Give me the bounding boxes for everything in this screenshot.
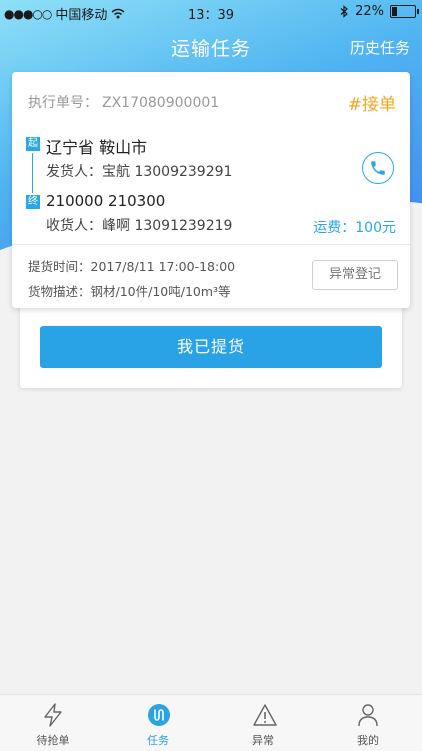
tab-label: 任务 (147, 734, 169, 747)
tab-bar: 待抢单 任务 异常 我的 (0, 694, 422, 751)
status-tag: #接单 (347, 95, 396, 115)
battery-icon (390, 5, 419, 18)
goods-description: 货物描述：钢材/10件/10吨/10m³等 (28, 284, 231, 299)
navigation-bar: 运输任务 历史任务 (0, 24, 422, 68)
tab-pending-orders[interactable]: 待抢单 (13, 695, 93, 751)
dest-badge: 终 (26, 195, 40, 209)
sender-info: 发货人：宝航 13009239291 (46, 164, 233, 180)
dest-address: 210000 210300 (46, 192, 166, 210)
origin-badge: 起 (26, 137, 40, 151)
person-icon (358, 704, 378, 727)
history-tasks-link[interactable]: 历史任务 (350, 37, 410, 58)
exec-number-label: 执行单号： (28, 95, 98, 111)
tab-label: 待抢单 (36, 734, 70, 747)
warning-icon (253, 704, 277, 726)
call-button[interactable] (362, 152, 394, 184)
origin-address: 辽宁省 鞍山市 (46, 138, 148, 157)
bluetooth-icon (340, 5, 349, 18)
battery-fill (392, 7, 397, 16)
tab-abnormal[interactable]: 异常 (223, 695, 303, 751)
route-line (32, 153, 33, 193)
exec-number-value: ZX17080900001 (102, 95, 220, 111)
route-icon (148, 704, 170, 726)
card-divider (12, 244, 410, 245)
battery-percent: 22% (355, 4, 384, 19)
status-bar: ●●●○○ 中国移动 13：39 22% (0, 0, 422, 24)
lightning-icon (44, 703, 62, 727)
picked-up-button[interactable]: 我已提货 (40, 326, 382, 368)
phone-icon (371, 161, 385, 175)
abnormal-register-button[interactable]: 异常登记 (312, 260, 398, 290)
tab-label: 我的 (357, 734, 379, 747)
exec-number-row: 执行单号： ZX17080900001 (28, 92, 219, 112)
pickup-time: 提货时间：2017/8/11 17:00-18:00 (28, 259, 236, 274)
receiver-info: 收货人：峰啊 13091239219 (46, 218, 233, 234)
tab-label: 异常 (252, 734, 274, 747)
freight-fee: 运费：100元 (313, 220, 396, 236)
tab-tasks[interactable]: 任务 (118, 695, 198, 751)
tab-mine[interactable]: 我的 (328, 695, 408, 751)
